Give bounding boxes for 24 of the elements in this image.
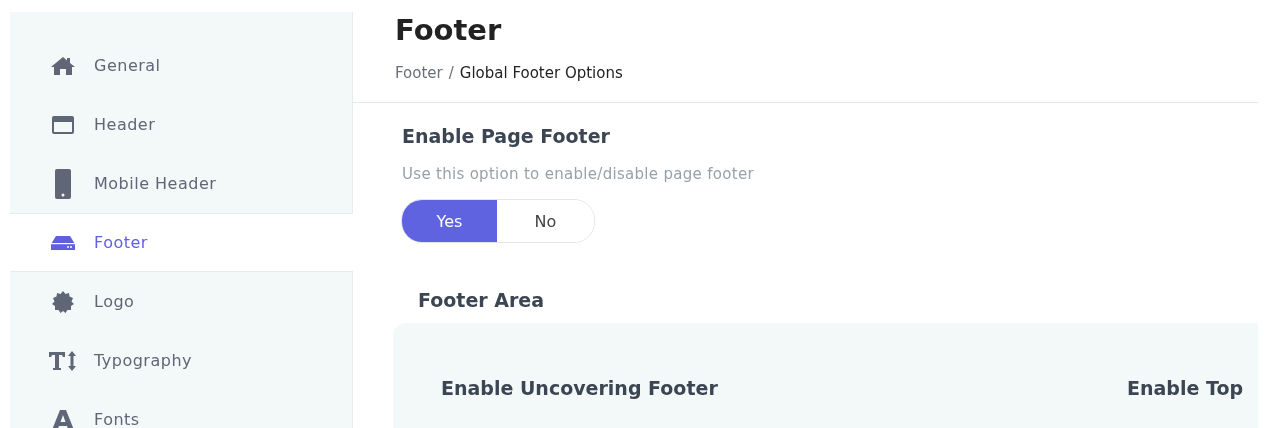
sidebar-item[interactable]: Footer	[10, 213, 353, 272]
badge-icon	[51, 289, 75, 314]
drive-icon	[50, 233, 76, 252]
font-icon	[51, 408, 75, 428]
sidebar-item[interactable]: Mobile Header	[10, 154, 352, 213]
setting-description: Use this option to enable/disable page footer	[402, 165, 755, 183]
breadcrumb-separator: /	[448, 64, 454, 82]
breadcrumb-current: Global Footer Options	[459, 64, 623, 82]
text-height-icon	[48, 349, 78, 372]
breadcrumb-link[interactable]: Footer	[395, 64, 443, 82]
sidebar-item[interactable]: Header	[10, 95, 352, 154]
sidebar-item[interactable]: General	[10, 36, 352, 95]
home-icon	[50, 55, 76, 76]
sidebar-item[interactable]: Typography	[10, 331, 352, 390]
toggle-option[interactable]: Yes	[402, 200, 497, 242]
field-label: Enable Top	[1127, 377, 1245, 401]
section-title: Footer Area	[418, 289, 546, 311]
phone-icon	[53, 167, 73, 200]
sidebar-item[interactable]: Fonts	[10, 390, 352, 428]
sidebar-item[interactable]: Logo	[10, 272, 352, 331]
field-label: Enable Uncovering Footer	[441, 377, 719, 401]
page-title: Footer	[395, 12, 503, 48]
window-icon	[51, 114, 75, 135]
setting-title: Enable Page Footer	[402, 125, 611, 147]
